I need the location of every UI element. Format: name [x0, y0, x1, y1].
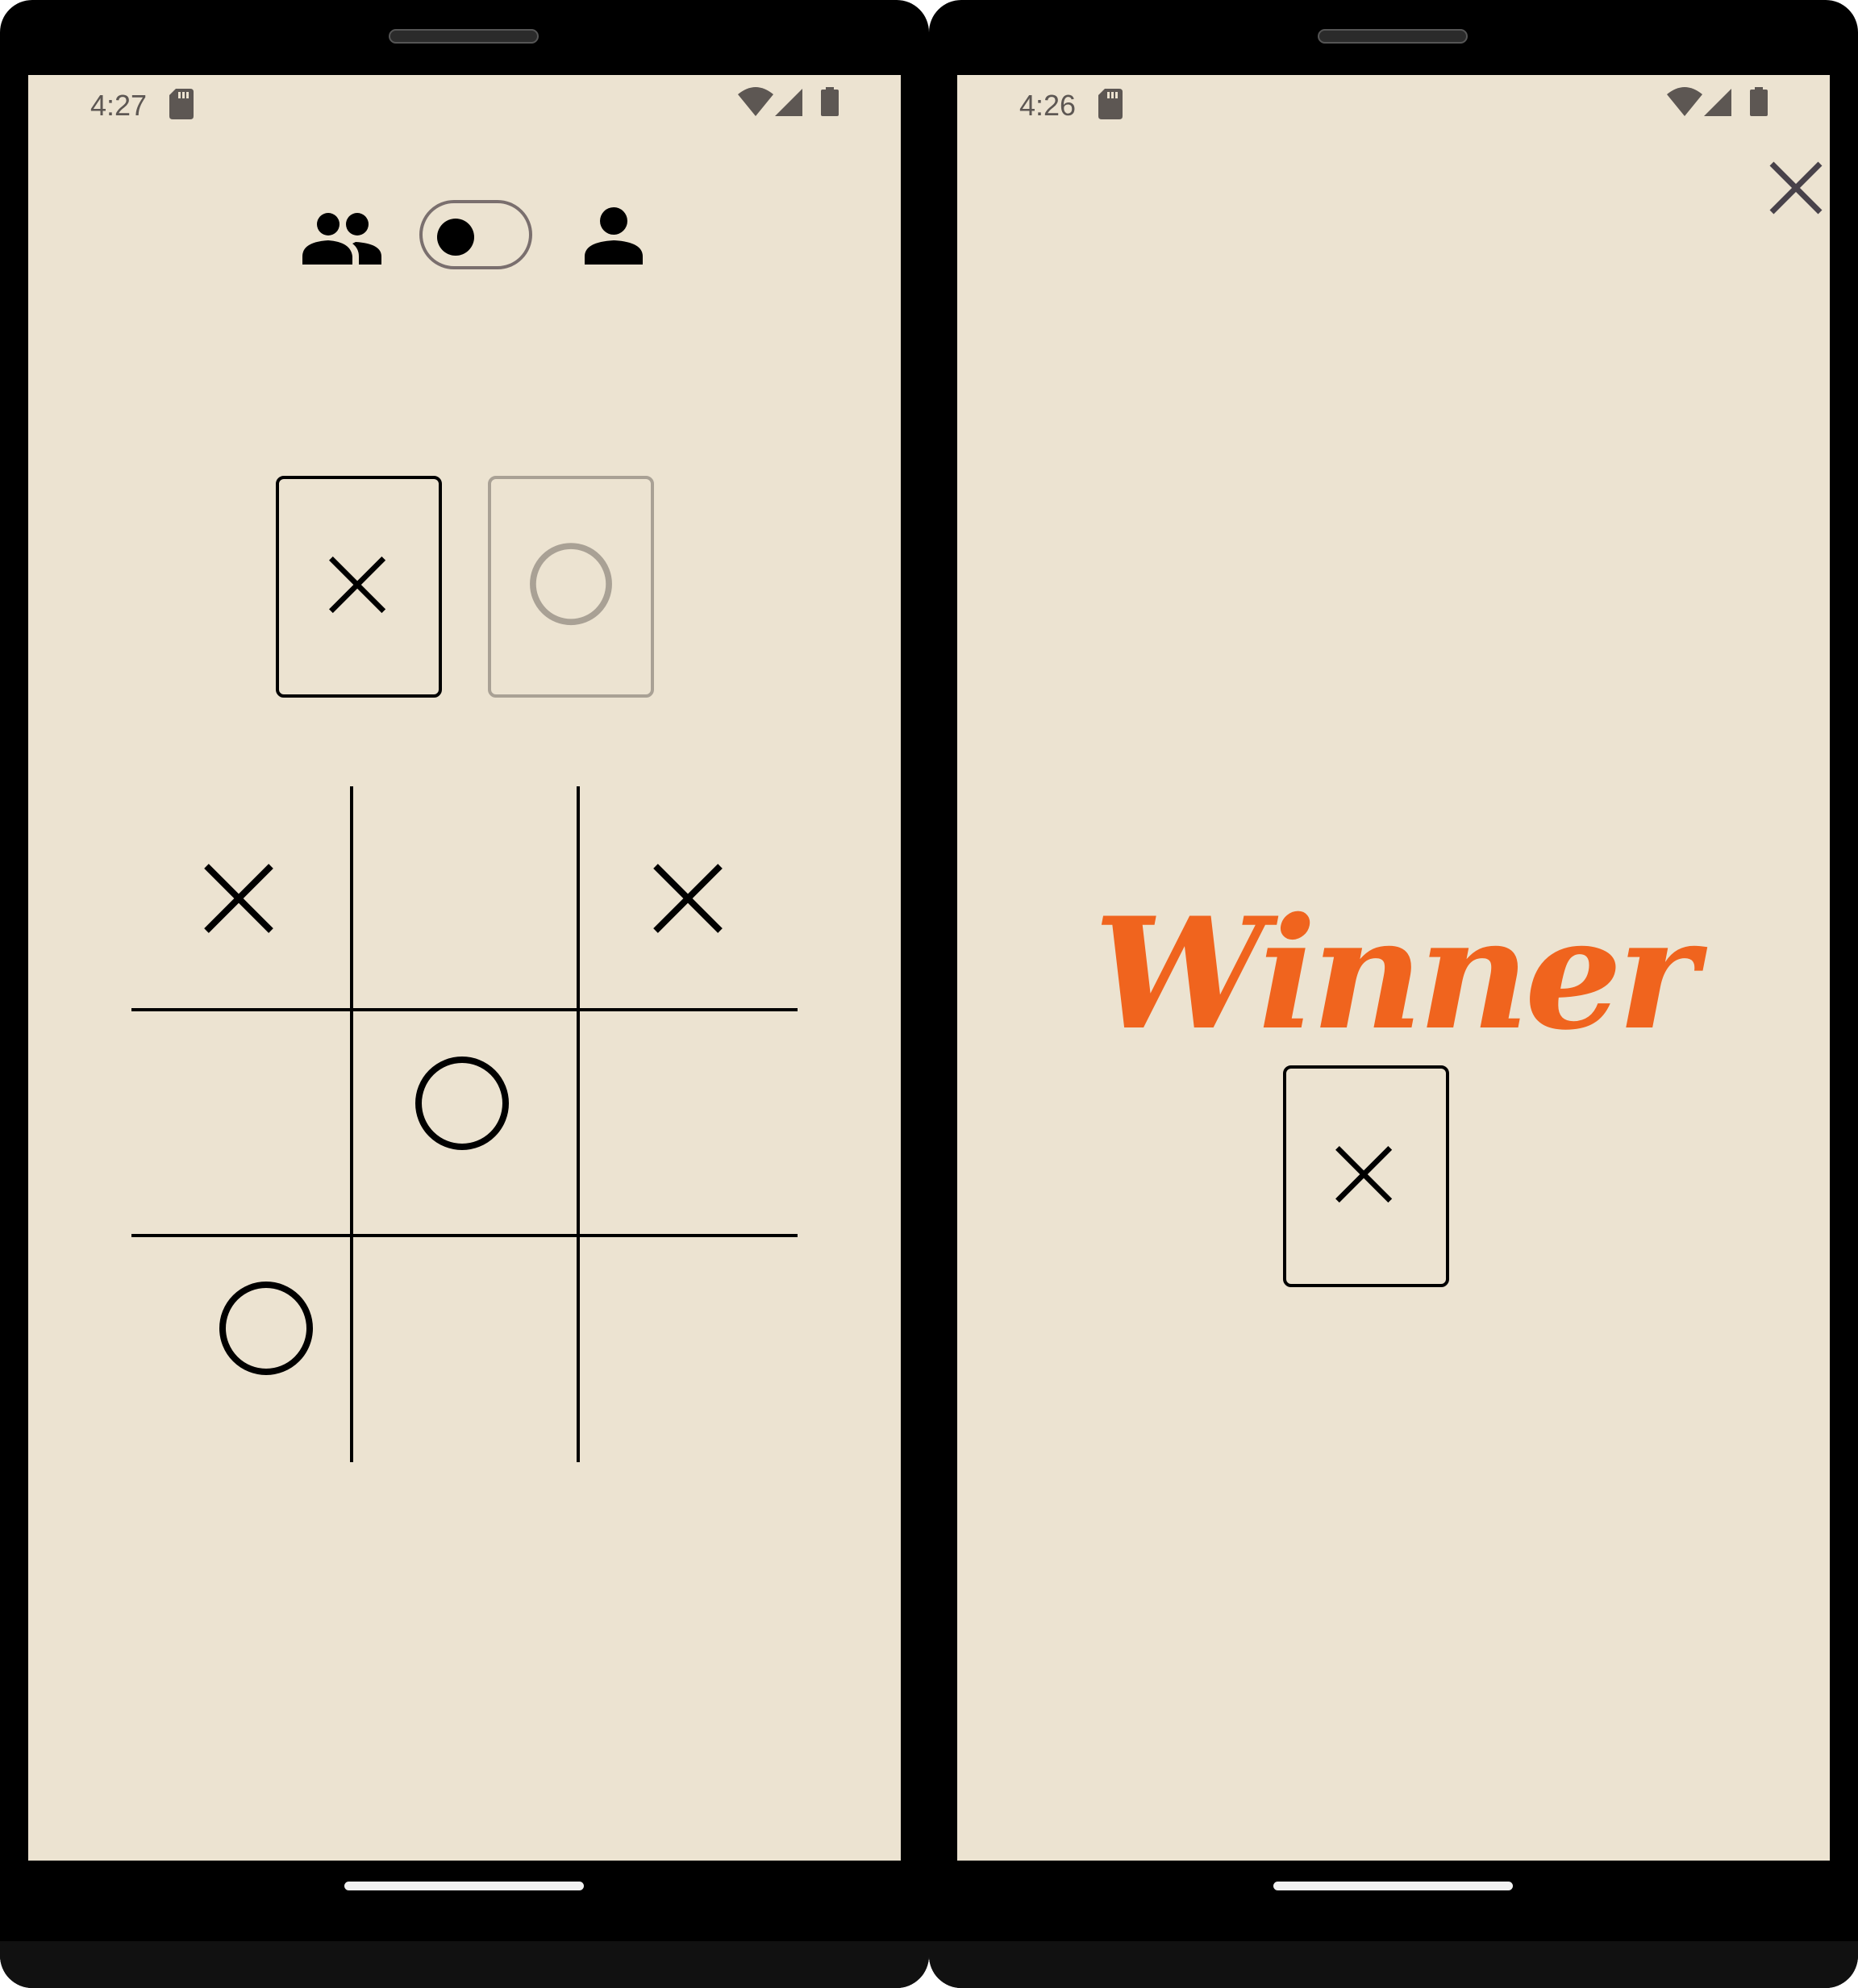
person-icon[interactable] [585, 206, 643, 265]
status-time: 4:26 [1019, 89, 1077, 122]
winner-title: Winner [1094, 884, 1698, 1064]
grid-line [350, 786, 353, 1462]
status-icons [738, 87, 839, 119]
mode-switch[interactable] [419, 200, 532, 269]
speaker-grille [389, 29, 539, 44]
game-screen: 4:27 [28, 75, 901, 1861]
left-phone-frame: 4:27 [0, 0, 929, 1988]
player-o-card [488, 476, 654, 698]
x-mark-icon [329, 556, 386, 614]
status-time: 4:27 [90, 89, 148, 122]
home-indicator[interactable] [344, 1882, 584, 1890]
sd-card-icon [169, 89, 194, 119]
right-phone-frame: 4:26 Winner [929, 0, 1858, 1988]
board-cell-7[interactable] [131, 1237, 349, 1460]
close-button[interactable] [1764, 156, 1828, 220]
speaker-grille [1318, 29, 1468, 44]
board-cell-8[interactable] [356, 1237, 573, 1460]
wifi-icon [738, 87, 773, 116]
o-mark-icon [415, 1057, 509, 1150]
x-mark-icon [1335, 1146, 1393, 1203]
board-cell-4[interactable] [131, 1011, 349, 1234]
sd-card-icon [1098, 89, 1123, 119]
board-cell-5[interactable] [356, 1011, 573, 1234]
board-cell-2[interactable] [356, 786, 573, 1009]
x-mark-icon [653, 864, 723, 933]
winner-x-card [1283, 1065, 1449, 1287]
game-board [131, 786, 798, 1462]
board-cell-3[interactable] [580, 786, 798, 1009]
people-icon[interactable] [302, 206, 383, 265]
status-icons [1667, 87, 1768, 119]
cellular-signal-icon [775, 89, 802, 116]
home-indicator[interactable] [1273, 1882, 1513, 1890]
phone-chin [0, 1941, 929, 1988]
switch-knob [437, 219, 474, 256]
close-icon [1769, 161, 1823, 215]
winner-screen: 4:26 Winner [957, 75, 1830, 1861]
phone-chin [929, 1941, 1858, 1988]
mode-toggle-row [302, 200, 649, 289]
x-mark-icon [204, 864, 273, 933]
board-cell-9[interactable] [580, 1237, 798, 1460]
o-mark-icon [530, 543, 612, 626]
o-mark-icon [219, 1282, 313, 1375]
player-x-card [276, 476, 442, 698]
battery-icon [821, 87, 839, 116]
battery-icon [1750, 87, 1768, 116]
wifi-icon [1667, 87, 1702, 116]
board-cell-1[interactable] [131, 786, 349, 1009]
board-cell-6[interactable] [580, 1011, 798, 1234]
cellular-signal-icon [1704, 89, 1731, 116]
